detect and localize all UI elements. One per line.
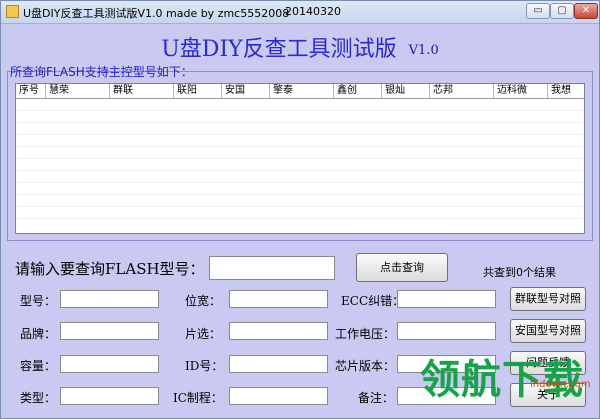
brand-field[interactable] <box>60 322 159 340</box>
list-row <box>16 171 584 183</box>
flash-model-label: 请输入要查询FLASH型号： <box>15 260 205 278</box>
list-body[interactable] <box>16 99 584 233</box>
voltage-field[interactable] <box>397 322 496 340</box>
column-header[interactable]: 芯邦 <box>430 84 494 98</box>
app-heading-title: U盘DIY反查工具测试版 <box>161 37 397 62</box>
list-row <box>16 183 584 195</box>
app-heading-version: V1.0 <box>408 42 439 58</box>
window-title-date: 20140320 <box>285 5 341 18</box>
remark-label: 备注： <box>358 391 395 405</box>
column-header[interactable]: 迈科微 <box>494 84 548 98</box>
list-header: 序号 慧荣 群联 联阳 安国 擎泰 鑫创 银灿 芯邦 迈科微 我想 <box>16 84 584 99</box>
window-title: U盘DIY反查工具测试版V1.0 made by zmc5552008 <box>23 7 290 20</box>
brand-label: 品牌： <box>20 327 57 341</box>
column-header[interactable]: 安国 <box>222 84 270 98</box>
model-field[interactable] <box>60 290 159 308</box>
column-header[interactable]: 序号 <box>16 84 46 98</box>
list-row <box>16 111 584 123</box>
list-row <box>16 99 584 111</box>
list-row <box>16 123 584 135</box>
result-count: 共查到0个结果 <box>483 266 556 279</box>
type-label: 类型： <box>20 391 57 405</box>
ecc-label: ECC纠错： <box>341 294 405 308</box>
process-label: IC制程： <box>173 391 223 405</box>
list-row <box>16 135 584 147</box>
app-icon <box>6 5 19 18</box>
process-field[interactable] <box>229 387 328 405</box>
minimize-button[interactable]: ▭ <box>526 3 550 19</box>
column-header[interactable]: 慧荣 <box>46 84 110 98</box>
close-button[interactable]: ✕ <box>574 3 598 19</box>
width-field[interactable] <box>229 290 328 308</box>
title-bar[interactable]: U盘DIY反查工具测试版V1.0 made by zmc5552008 2014… <box>1 1 599 24</box>
list-row <box>16 159 584 171</box>
controller-list[interactable]: 序号 慧荣 群联 联阳 安国 擎泰 鑫创 银灿 芯邦 迈科微 我想 <box>15 83 585 234</box>
column-header[interactable]: 我想 <box>548 84 584 98</box>
list-row <box>16 147 584 159</box>
app-heading: U盘DIY反查工具测试版 V1.0 <box>1 31 599 63</box>
type-field[interactable] <box>60 387 159 405</box>
list-row <box>16 195 584 207</box>
phison-lookup-button[interactable]: 群联型号对照 <box>510 287 586 311</box>
width-label: 位宽： <box>185 294 222 308</box>
watermark-logo: 领航下载 lhdown.com <box>420 358 591 402</box>
column-header[interactable]: 擎泰 <box>270 84 334 98</box>
capacity-field[interactable] <box>60 355 159 373</box>
list-row <box>16 207 584 219</box>
capacity-label: 容量： <box>20 359 57 373</box>
model-label: 型号： <box>20 294 57 308</box>
id-label: ID号： <box>185 359 224 373</box>
column-header[interactable]: 联阳 <box>174 84 222 98</box>
voltage-label: 工作电压： <box>335 327 396 341</box>
column-header[interactable]: 群联 <box>110 84 174 98</box>
ecc-field[interactable] <box>397 290 496 308</box>
chip-select-field[interactable] <box>229 322 328 340</box>
alcor-lookup-button[interactable]: 安国型号对照 <box>510 319 586 343</box>
column-header[interactable]: 银灿 <box>382 84 430 98</box>
query-button[interactable]: 点击查询 <box>356 253 448 282</box>
column-header[interactable]: 鑫创 <box>334 84 382 98</box>
app-window: U盘DIY反查工具测试版V1.0 made by zmc5552008 2014… <box>0 0 600 419</box>
results-group-label: 所查询FLASH支持主控型号如下： <box>10 65 193 79</box>
maximize-button[interactable]: ▢ <box>550 3 574 19</box>
watermark-site: lhdown.com <box>530 379 591 390</box>
id-field[interactable] <box>229 355 328 373</box>
flash-model-input[interactable] <box>209 256 335 280</box>
chip-version-label: 芯片版本： <box>335 359 396 373</box>
chip-select-label: 片选： <box>185 327 222 341</box>
